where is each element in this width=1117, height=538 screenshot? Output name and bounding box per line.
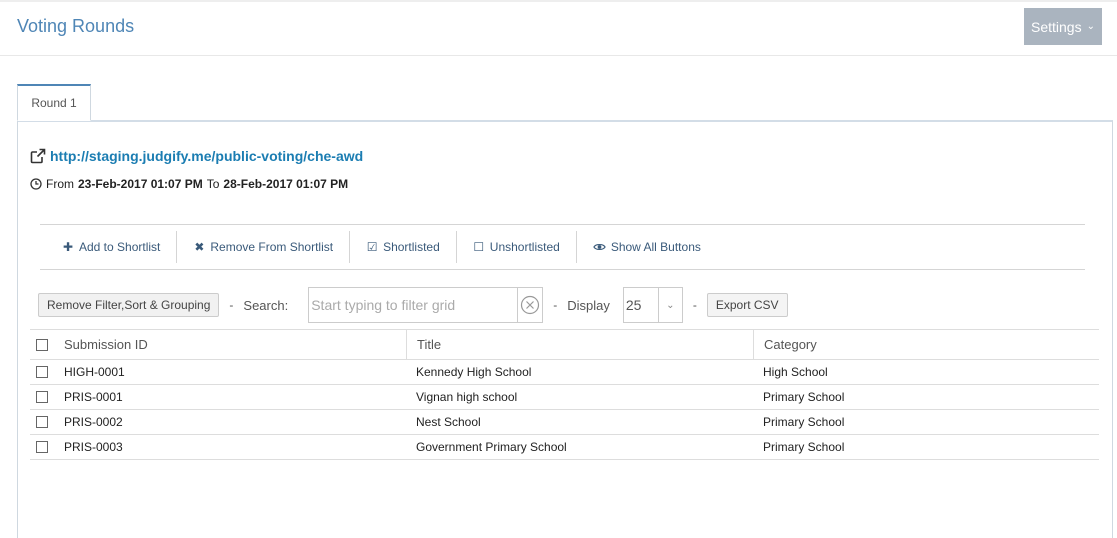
remove-filter-button[interactable]: Remove Filter,Sort & Grouping: [38, 293, 220, 317]
title-cell: Vignan high school: [416, 390, 518, 404]
search-label: Search:: [243, 297, 289, 313]
separator: -: [229, 298, 234, 312]
title-cell: Nest School: [416, 415, 481, 429]
column-header-submission-id[interactable]: Submission ID: [54, 330, 406, 359]
title-cell: Kennedy High School: [416, 365, 532, 379]
display-label: Display: [567, 297, 610, 313]
row-checkbox[interactable]: [36, 416, 48, 428]
title-cell: Government Primary School: [416, 440, 567, 454]
select-all-checkbox[interactable]: [36, 338, 48, 351]
unshortlisted-label: Unshortlisted: [489, 240, 560, 254]
show-all-buttons-label: Show All Buttons: [610, 240, 701, 254]
remove-from-shortlist-label: Remove From Shortlist: [210, 240, 334, 254]
clock-icon: [30, 178, 42, 190]
from-date: 23-Feb-2017 01:07 PM: [78, 177, 203, 191]
unshortlisted-button[interactable]: ☐ Unshortlisted: [457, 231, 577, 263]
submission-id-cell: HIGH-0001: [64, 365, 125, 379]
plus-icon: ✚: [62, 240, 74, 254]
filter-bar: Remove Filter,Sort & Grouping - Search: …: [38, 287, 788, 323]
category-cell: Primary School: [763, 390, 845, 404]
eye-icon: [593, 243, 606, 251]
chevron-down-icon: ⌄: [666, 299, 675, 311]
grid-header-row: Submission ID Title Category: [30, 329, 1099, 360]
public-voting-link[interactable]: http://staging.judgify.me/public-voting/…: [30, 148, 363, 164]
page-title: Voting Rounds: [17, 16, 135, 36]
category-cell: Primary School: [763, 440, 845, 454]
external-link-icon: [30, 148, 46, 164]
public-voting-url: http://staging.judgify.me/public-voting/…: [50, 148, 364, 164]
category-cell: Primary School: [763, 415, 845, 429]
column-header-title[interactable]: Title: [406, 330, 753, 359]
add-to-shortlist-label: Add to Shortlist: [79, 240, 161, 254]
row-checkbox[interactable]: [36, 391, 48, 403]
show-all-buttons-button[interactable]: Show All Buttons: [577, 231, 717, 263]
category-cell: High School: [763, 365, 828, 379]
to-date: 28-Feb-2017 01:07 PM: [223, 177, 349, 191]
checked-box-icon: ☑: [366, 240, 378, 254]
clear-search-icon[interactable]: [519, 294, 541, 316]
empty-box-icon: ☐: [473, 240, 485, 254]
settings-label: Settings: [1031, 18, 1082, 35]
add-to-shortlist-button[interactable]: ✚ Add to Shortlist: [40, 231, 178, 263]
column-header-category[interactable]: Category: [753, 330, 1099, 359]
separator: -: [553, 298, 558, 312]
row-checkbox[interactable]: [36, 366, 48, 378]
shortlist-toolbar: ✚ Add to Shortlist ✖ Remove From Shortli…: [40, 224, 1085, 270]
display-count-value: 25: [624, 288, 659, 322]
table-row[interactable]: PRIS-0003 Government Primary School Prim…: [30, 435, 1099, 460]
submission-id-cell: PRIS-0003: [64, 440, 123, 454]
voting-date-range: From 23-Feb-2017 01:07 PM To 28-Feb-2017…: [30, 177, 348, 191]
tab-round-1[interactable]: Round 1: [17, 84, 91, 121]
export-csv-button[interactable]: Export CSV: [706, 293, 788, 317]
shortlisted-button[interactable]: ☑ Shortlisted: [350, 231, 457, 263]
submissions-grid: Submission ID Title Category HIGH-0001 K…: [30, 329, 1099, 460]
to-label: To: [206, 177, 220, 191]
chevron-down-icon: ⌄: [1086, 21, 1095, 32]
table-row[interactable]: PRIS-0001 Vignan high school Primary Sch…: [30, 385, 1099, 410]
page-header: Voting Rounds Settings ⌄: [0, 0, 1117, 56]
remove-from-shortlist-button[interactable]: ✖ Remove From Shortlist: [177, 231, 351, 263]
row-checkbox[interactable]: [36, 441, 48, 453]
from-label: From: [46, 177, 74, 191]
display-count-select[interactable]: 25 ⌄: [622, 287, 683, 323]
search-box: [308, 287, 544, 323]
submission-id-cell: PRIS-0002: [64, 415, 123, 429]
submission-id-cell: PRIS-0001: [64, 390, 123, 404]
table-row[interactable]: PRIS-0002 Nest School Primary School: [30, 410, 1099, 435]
shortlisted-label: Shortlisted: [383, 240, 440, 254]
table-row[interactable]: HIGH-0001 Kennedy High School High Schoo…: [30, 360, 1099, 385]
x-icon: ✖: [194, 240, 205, 254]
settings-button[interactable]: Settings ⌄: [1024, 8, 1102, 45]
separator: -: [692, 298, 697, 312]
search-input[interactable]: [309, 288, 519, 322]
